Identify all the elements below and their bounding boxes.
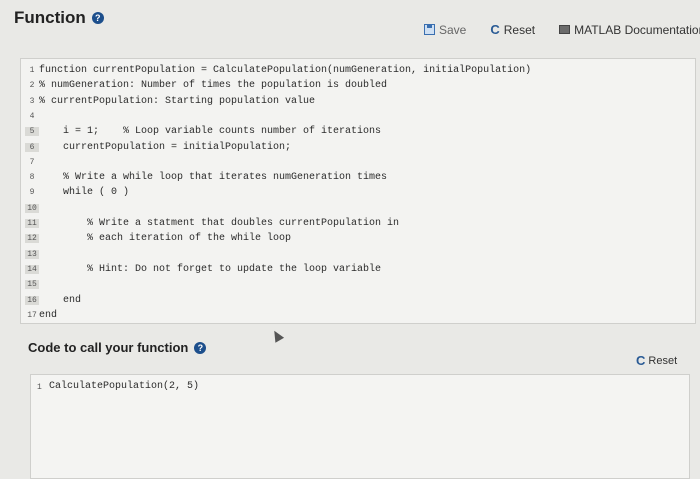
call-reset-button[interactable]: C Reset <box>636 353 677 368</box>
call-reset-label: Reset <box>648 354 678 367</box>
line-number: 2 <box>29 81 35 91</box>
code-line: % numGeneration: Number of times the pop… <box>39 80 388 92</box>
reset-button[interactable]: C Reset <box>490 22 535 37</box>
help-icon[interactable]: ? <box>194 341 207 354</box>
page-title-text: Function <box>14 8 86 27</box>
line-number: 17 <box>27 310 37 320</box>
call-section-title: Code to call your function ? <box>28 340 207 355</box>
code-line: currentPopulation = initialPopulation; <box>39 141 292 153</box>
line-number: 9 <box>29 188 35 198</box>
reset-icon: C <box>490 22 500 37</box>
code-line: end <box>39 309 58 321</box>
code-line: CalculatePopulation(2, 5) <box>49 381 200 392</box>
code-line: i = 1; % Loop variable counts number of … <box>39 126 382 138</box>
line-number: 8 <box>29 173 35 183</box>
line-number: 6 <box>25 142 39 152</box>
code-line: % currentPopulation: Starting population… <box>39 95 316 107</box>
save-button[interactable]: Save <box>424 23 466 37</box>
line-number: 10 <box>25 203 39 213</box>
call-code-editor[interactable]: 1 CalculatePopulation(2, 5) <box>30 374 690 479</box>
line-number: 13 <box>25 249 39 259</box>
save-icon <box>424 24 435 35</box>
help-icon[interactable]: ? <box>91 12 104 24</box>
code-line: % Hint: Do not forget to update the loop… <box>39 263 382 275</box>
matlab-documentation-link[interactable]: MATLAB Documentation <box>559 23 700 37</box>
function-code-editor[interactable]: 1 2 3 4 5 6 7 8 9 10 11 12 13 14 15 16 17 function curre… <box>20 58 696 324</box>
save-label: Save <box>439 22 467 37</box>
line-number: 15 <box>25 280 39 290</box>
code-line: % Write a statment that doubles currentP… <box>39 218 400 229</box>
line-number: 11 <box>25 219 39 228</box>
reset-label: Reset <box>503 22 536 37</box>
page-title: Function ? <box>14 8 104 28</box>
reset-icon: C <box>636 353 646 368</box>
code-line: % Write a while loop that iterates numGe… <box>39 172 388 184</box>
line-number: 5 <box>25 127 39 137</box>
documentation-label: MATLAB Documentation <box>574 22 700 37</box>
line-number: 4 <box>29 111 35 121</box>
line-number: 14 <box>25 264 39 274</box>
toolbar: Save C Reset MATLAB Documentation <box>424 22 700 37</box>
mouse-cursor-icon <box>269 328 285 343</box>
documentation-icon <box>559 25 571 34</box>
line-number: 12 <box>25 234 39 244</box>
line-number: 7 <box>29 157 35 167</box>
code-line: function currentPopulation = CalculatePo… <box>39 65 532 76</box>
line-number: 3 <box>29 96 35 106</box>
code-line: % each iteration of the while loop <box>39 233 292 245</box>
line-number: 1 <box>29 66 35 75</box>
call-section-title-text: Code to call your function <box>28 340 189 355</box>
line-number: 1 <box>37 383 42 392</box>
line-number: 16 <box>25 295 39 305</box>
code-line: while ( 0 ) <box>39 187 130 199</box>
code-line: end <box>39 294 82 306</box>
